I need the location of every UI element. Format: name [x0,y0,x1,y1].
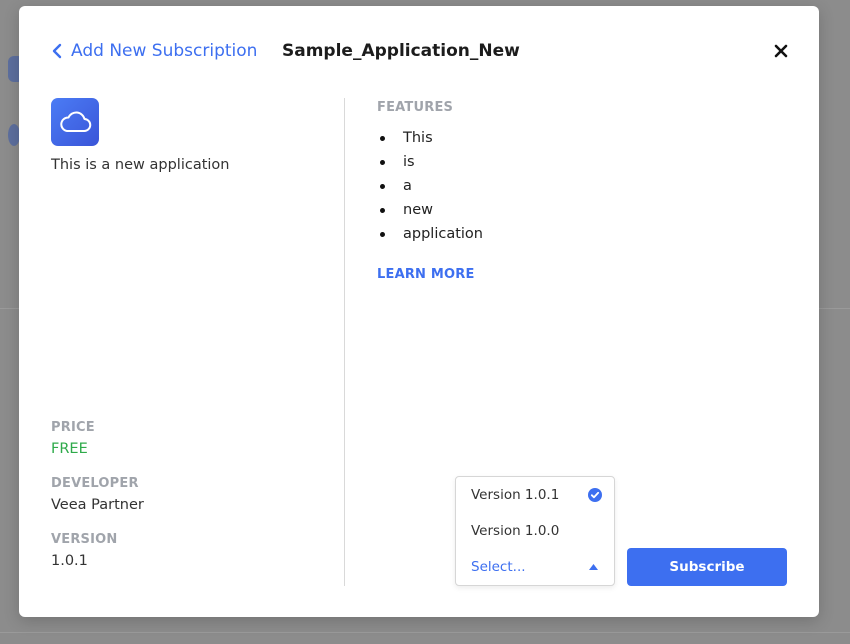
features-label: FEATURES [377,100,454,115]
version-label: VERSION [51,532,118,547]
check-circle-icon [588,488,602,502]
feature-item: This [377,126,483,150]
caret-up-icon [589,564,598,570]
app-icon [51,98,99,146]
learn-more-link[interactable]: LEARN MORE [377,267,475,282]
developer-label: DEVELOPER [51,476,139,491]
version-value: 1.0.1 [51,553,88,569]
close-icon [774,44,788,58]
column-divider [344,98,345,586]
close-button[interactable] [772,42,790,60]
background-divider [0,632,850,633]
application-title: Sample_Application_New [282,41,520,61]
app-description: This is a new application [51,157,230,173]
feature-item: new [377,198,483,222]
features-list: This is a new application [377,126,483,246]
add-subscription-modal: Add New Subscription Sample_Application_… [19,6,819,617]
back-to-add-subscription-link[interactable]: Add New Subscription [51,41,257,61]
feature-item: is [377,150,483,174]
version-select-placeholder: Select... [471,559,526,575]
price-value: FREE [51,441,88,457]
feature-item: a [377,174,483,198]
version-option-label: Version 1.0.1 [471,487,560,503]
version-select[interactable]: Select... [456,549,614,585]
developer-value: Veea Partner [51,497,144,513]
back-link-label: Add New Subscription [71,41,258,61]
version-option-label: Version 1.0.0 [471,523,560,539]
price-label: PRICE [51,420,95,435]
version-dropdown: Version 1.0.1 Version 1.0.0 Select... [455,476,615,586]
version-option-1-0-0[interactable]: Version 1.0.0 [456,513,614,549]
version-option-1-0-1[interactable]: Version 1.0.1 [456,477,614,513]
chevron-left-icon [52,43,62,59]
feature-item: application [377,222,483,246]
cloud-icon [60,111,92,132]
subscribe-button[interactable]: Subscribe [627,548,787,586]
